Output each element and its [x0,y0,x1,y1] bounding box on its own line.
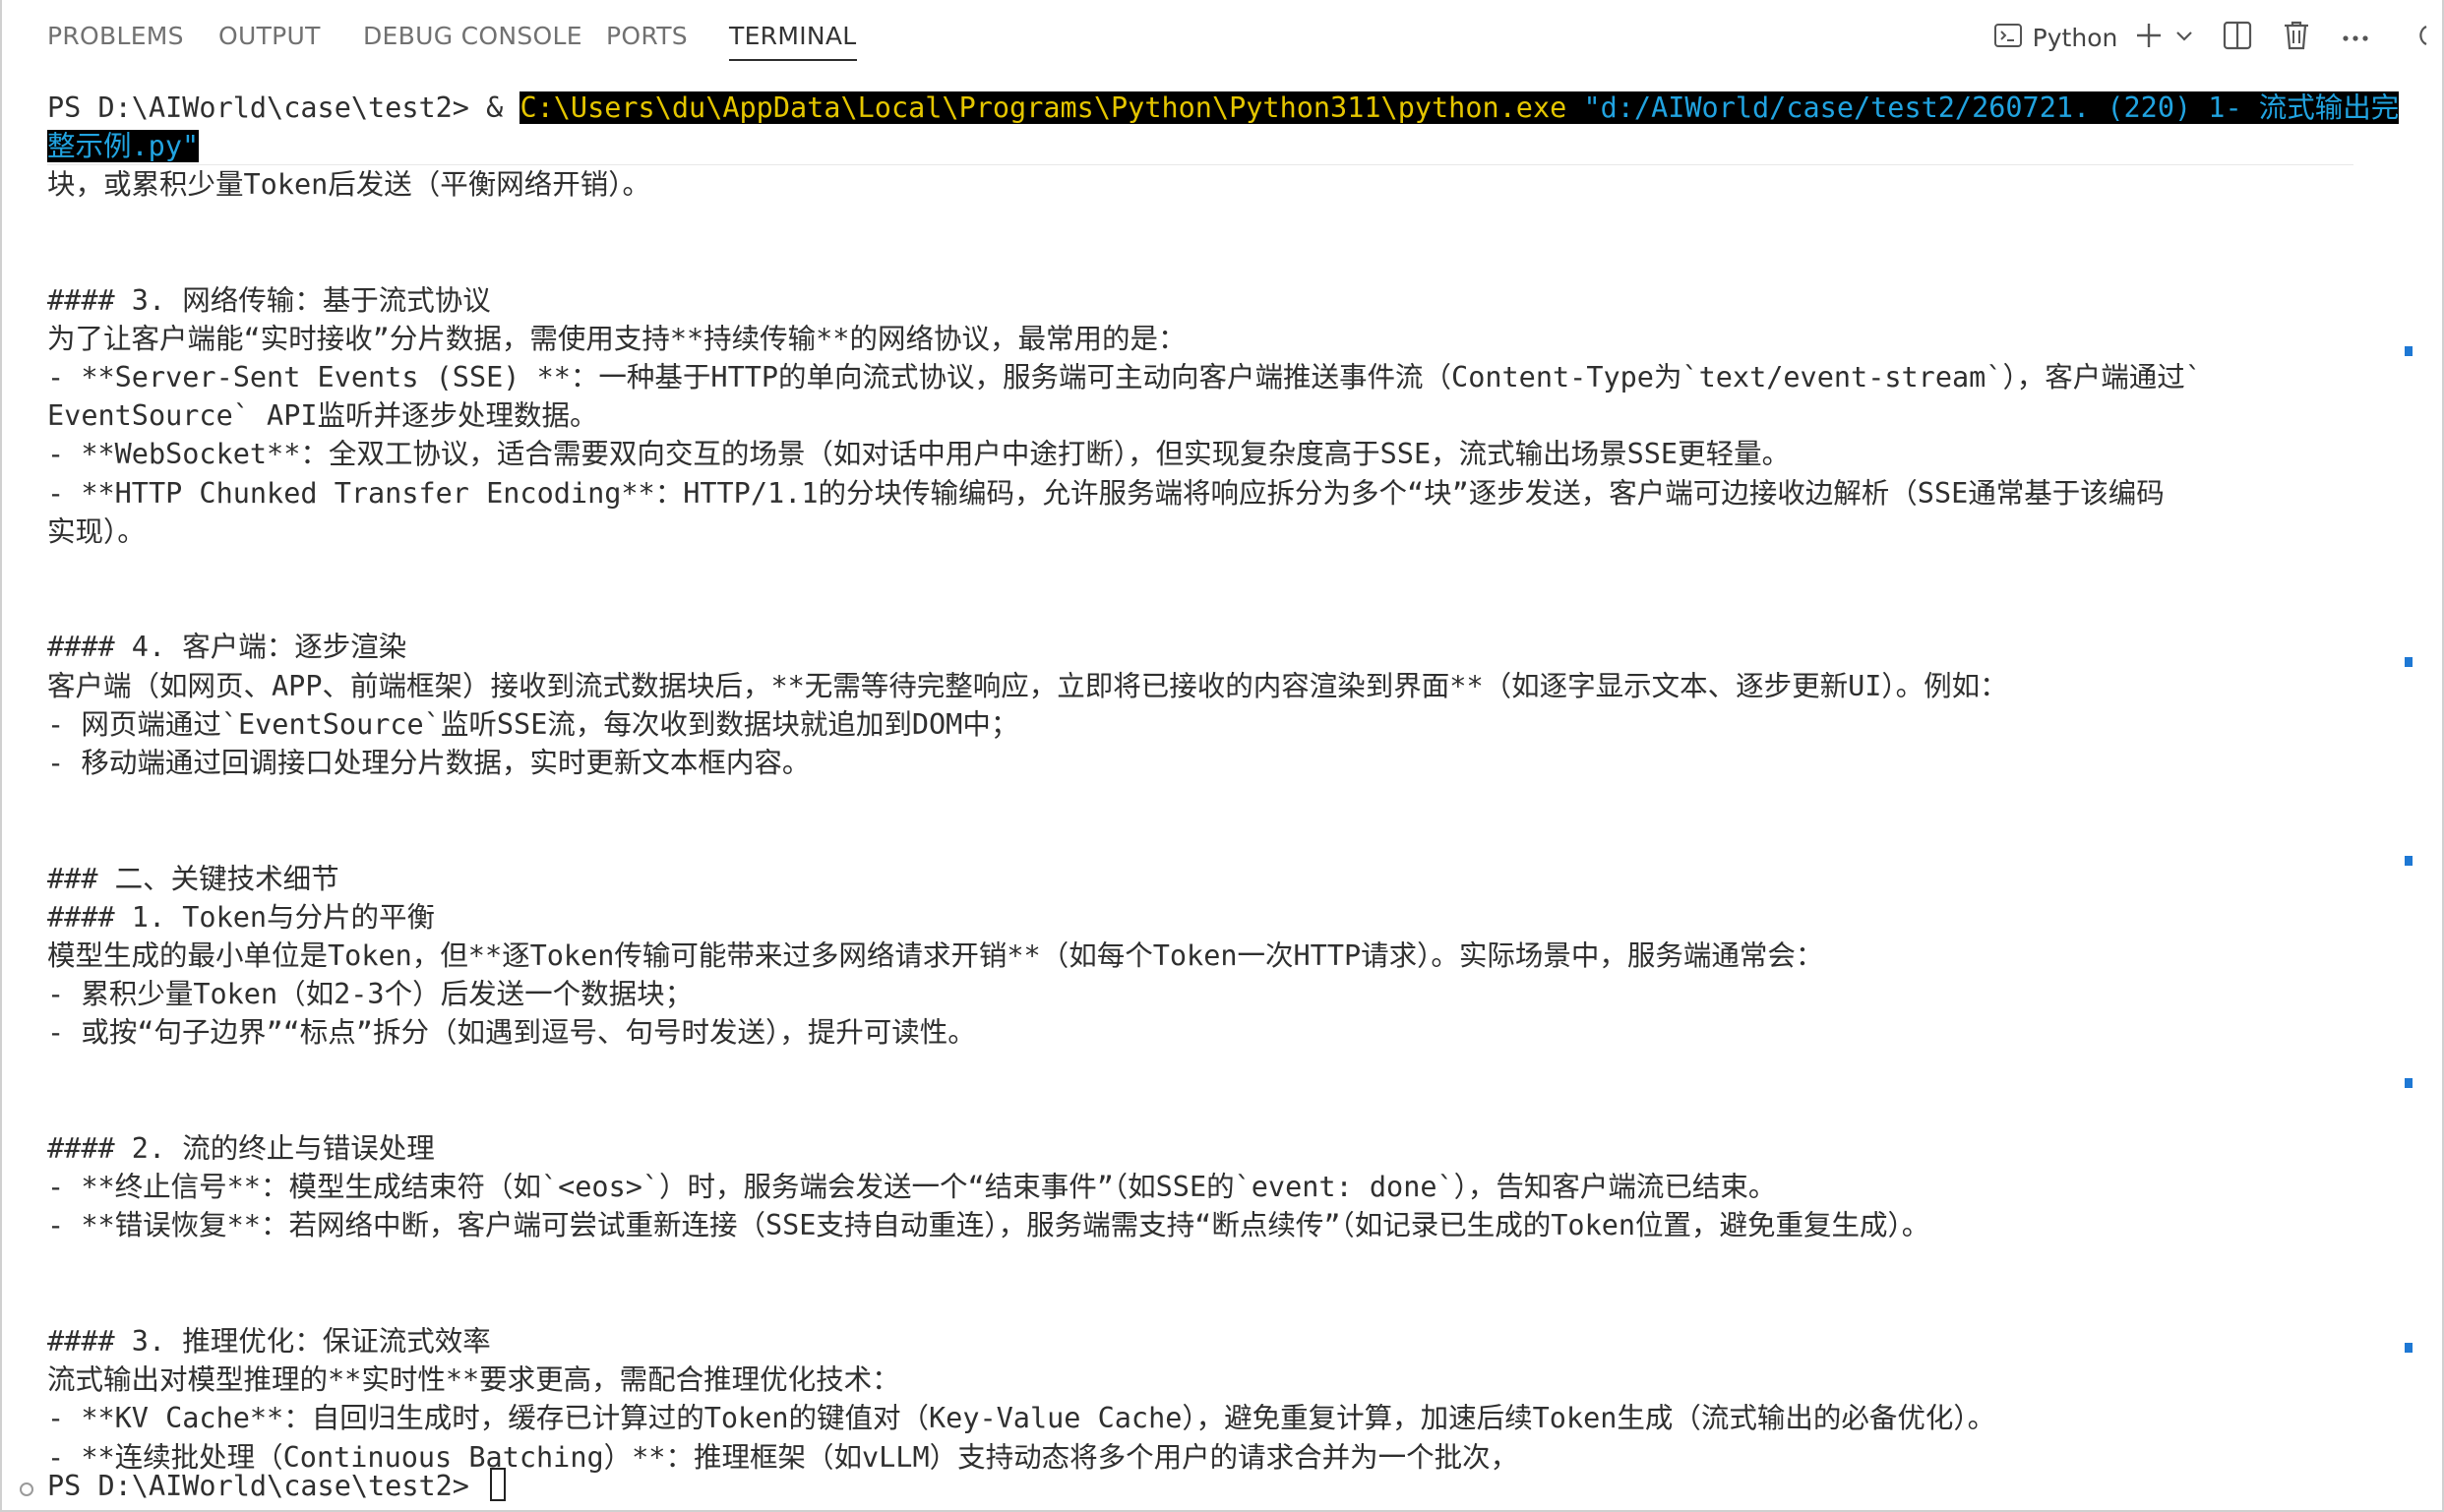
terminal-output-line: 块，或累积少量Token后发送（平衡网络开销）。 [47,168,651,201]
terminal-cursor [490,1468,507,1501]
terminal-shell-selector[interactable]: Python [1993,14,2117,61]
tab-problems[interactable]: PROBLEMS [47,22,184,50]
terminal-output-line: - 累积少量Token（如2-3个）后发送一个数据块； [47,978,694,1011]
panel-maximize-icon [2418,21,2436,54]
more-actions-button[interactable] [2336,14,2375,61]
scroll-marker [2405,657,2413,667]
terminal-output-line: - **HTTP Chunked Transfer Encoding**：HTT… [47,476,2165,510]
terminal-output-line: #### 2. 流的终止与错误处理 [47,1132,435,1165]
final-prompt-text: PS D:\AIWorld\case\test2> [47,1470,487,1502]
terminal-output-line: - **WebSocket**：全双工协议，适合需要双向交互的场景（如对话中用户… [47,438,1791,471]
terminal-output-line: 客户端（如网页、APP、前端框架）接收到流式数据块后，**无需等待完整响应，立即… [47,669,2008,702]
terminal-output-line: #### 3. 网络传输：基于流式协议 [47,283,491,317]
command-decoration-icon[interactable] [20,1482,33,1496]
terminal-scrollbar[interactable] [2401,77,2444,1503]
trash-icon [2282,20,2311,55]
prompt-text: PS D:\AIWorld\case\test2> [47,91,487,124]
terminal-output-line: - 或按“句子边界”“标点”拆分（如遇到逗号、句号时发送），提升可读性。 [47,1016,976,1050]
tab-output[interactable]: OUTPUT [218,22,321,50]
terminal-output-line: - **Server-Sent Events (SSE) **：一种基于HTTP… [47,361,2202,393]
script-path-part1: "d:/AIWorld/case/test2/260721. (220) 1- … [1583,91,2400,124]
terminal-output-line: 模型生成的最小单位是Token，但**逐Token传输可能带来过多网络请求开销*… [47,939,1824,972]
terminal-output-line: - **KV Cache**：自回归生成时，缓存已计算过的Token的键值对（K… [47,1402,1996,1435]
scroll-marker [2405,346,2413,356]
terminal-output-line: #### 1. Token与分片的平衡 [47,900,436,934]
terminal-output-line: #### 3. 推理优化：保证流式效率 [47,1325,491,1358]
terminal-output-line: - 网页端通过`EventSource`监听SSE流，每次收到数据块就追加到DO… [47,707,1019,741]
scroll-marker [2405,1343,2413,1353]
kill-terminal-button[interactable] [2277,14,2316,61]
chevron-down-icon [2173,25,2195,50]
plus-icon [2134,21,2164,54]
terminal-output-line: ### 二、关键技术细节 [47,862,339,895]
terminal-output-line: 为了让客户端能“实时接收”分片数据，需使用支持**持续传输**的网络协议，最常用… [47,322,1187,355]
tab-debug-console[interactable]: DEBUG CONSOLE [363,22,582,50]
launch-profile-dropdown[interactable] [2170,14,2198,61]
tab-terminal[interactable]: TERMINAL [729,22,857,61]
terminal-output-line: - **错误恢复**：若网络中断，客户端可尝试重新连接（SSE支持自动重连），服… [47,1209,1930,1242]
scroll-marker [2405,1078,2413,1088]
scroll-marker [2405,856,2413,866]
split-terminal-button[interactable] [2218,14,2257,61]
terminal-output-line: - 移动端通过回调接口处理分片数据，实时更新文本框内容。 [47,747,811,779]
tab-ports[interactable]: PORTS [606,22,688,50]
command-line: PS D:\AIWorld\case\test2> & C:\Users\du\… [47,89,2400,127]
panel-tab-bar: PROBLEMS OUTPUT DEBUG CONSOLE PORTS TERM… [0,0,2444,77]
terminal-output-line: EventSource` API监听并逐步处理数据。 [47,399,598,433]
shell-label: Python [2032,23,2118,52]
terminal-output-line: 实现）。 [47,514,146,548]
terminal-output-line: 流式输出对模型推理的**实时性**要求更高，需配合推理优化技术： [47,1363,900,1397]
terminal-output[interactable]: PS D:\AIWorld\case\test2> & C:\Users\du\… [0,77,2401,1503]
ellipsis-icon [2341,29,2370,47]
command-line-wrap: 整示例.py" [47,127,200,165]
new-terminal-button[interactable] [2131,14,2167,61]
terminal-icon [1993,21,2023,54]
python-exe-path: C:\Users\du\AppData\Local\Programs\Pytho… [519,91,1584,124]
maximize-panel-button[interactable] [2418,14,2436,61]
split-icon [2222,20,2253,55]
terminal-output-line: #### 4. 客户端：逐步渲染 [47,631,407,664]
call-operator: & [486,91,520,124]
final-prompt-line: PS D:\AIWorld\case\test2> [47,1467,507,1503]
terminal-output-line: - **终止信号**：模型生成结束符（如`<eos>`）时，服务端会发送一个“结… [47,1171,1777,1204]
script-path-part2: 整示例.py" [47,130,200,162]
